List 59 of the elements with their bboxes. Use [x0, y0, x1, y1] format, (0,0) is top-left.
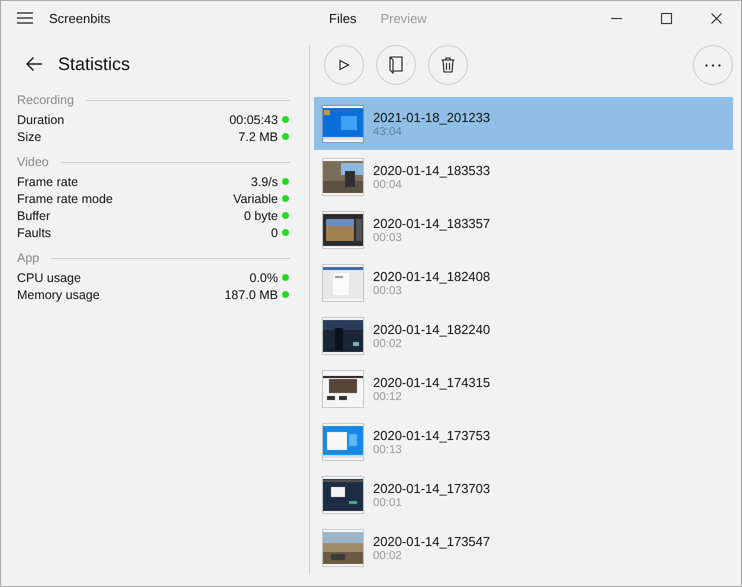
- stat-value: 0 byte: [244, 208, 278, 222]
- file-item[interactable]: 2020-01-14_173547 00:02: [314, 521, 733, 574]
- app-title: Screenbits: [49, 10, 112, 26]
- file-item[interactable]: 2020-01-14_182240 00:02: [314, 309, 733, 362]
- stat-label: Size: [17, 130, 42, 144]
- maximize-icon[interactable]: [660, 12, 672, 24]
- trash-icon: [441, 57, 455, 73]
- file-name: 2020-01-14_173547: [373, 534, 490, 548]
- file-name: 2021-01-18_201233: [373, 110, 490, 124]
- file-item[interactable]: 2020-01-14_183533 00:04: [314, 150, 733, 203]
- stat-value: 0.0%: [250, 270, 278, 284]
- file-duration: 00:03: [373, 232, 403, 244]
- file-name: 2020-01-14_182408: [373, 268, 490, 284]
- delete-button[interactable]: [428, 45, 468, 85]
- file-name: 2020-01-14_183533: [373, 162, 490, 178]
- file-duration: 00:02: [373, 338, 403, 350]
- stat-value: 3.9/s: [250, 174, 278, 188]
- section-title: Video: [17, 155, 49, 169]
- file-duration: 00:13: [373, 444, 403, 456]
- stat-label: Frame rate mode: [17, 192, 114, 206]
- file-item[interactable]: 2020-01-14_183357 00:03: [314, 203, 733, 256]
- file-duration: 00:01: [373, 496, 403, 508]
- file-duration: 43:04: [373, 126, 403, 138]
- file-duration: 00:02: [373, 550, 403, 562]
- file-name: 2020-01-14_174315: [373, 374, 490, 390]
- stat-value: Variable: [233, 192, 278, 206]
- file-name: 2020-01-14_173703: [373, 480, 490, 496]
- tab[interactable]: Files: [329, 10, 356, 26]
- file-name: 2020-01-14_183357: [373, 216, 490, 230]
- file-duration: 00:03: [373, 284, 403, 296]
- stat-label: Faults: [17, 226, 52, 240]
- stat-label: CPU usage: [17, 270, 82, 284]
- close-icon[interactable]: [710, 12, 722, 24]
- file-item[interactable]: 2020-01-14_173703 00:01: [314, 468, 733, 521]
- stat-label: Memory usage: [17, 288, 101, 302]
- file-name: 2020-01-14_182240: [373, 322, 490, 336]
- stat-value: 187.0 MB: [224, 288, 278, 302]
- stat-label: Buffer: [17, 208, 52, 222]
- stat-value: 0: [271, 226, 278, 240]
- file-item[interactable]: 2020-01-14_174315 00:12: [314, 362, 733, 415]
- stat-value: 00:05:43: [229, 112, 278, 126]
- file-item[interactable]: 2021-01-18_201233 43:04: [314, 97, 733, 150]
- stat-label: Frame rate: [17, 174, 80, 188]
- back-arrow-icon[interactable]: [25, 56, 43, 72]
- more-icon: [705, 64, 721, 66]
- file-item[interactable]: 2020-01-14_173753 00:13: [314, 415, 733, 468]
- door-icon: [389, 56, 403, 74]
- panel-title: Statistics: [58, 54, 130, 74]
- open-folder-button[interactable]: [376, 45, 416, 85]
- play-icon: [338, 59, 350, 71]
- section-title: Recording: [17, 93, 74, 107]
- file-name: 2020-01-14_173753: [373, 428, 490, 442]
- section-title: App: [17, 251, 40, 265]
- file-item[interactable]: 2020-01-14_182408 00:03: [314, 256, 733, 309]
- menu-icon[interactable]: [17, 12, 33, 24]
- file-duration: 00:04: [373, 178, 403, 190]
- file-duration: 00:12: [373, 390, 403, 402]
- stat-label: Duration: [17, 112, 66, 126]
- stat-value: 7.2 MB: [238, 130, 278, 144]
